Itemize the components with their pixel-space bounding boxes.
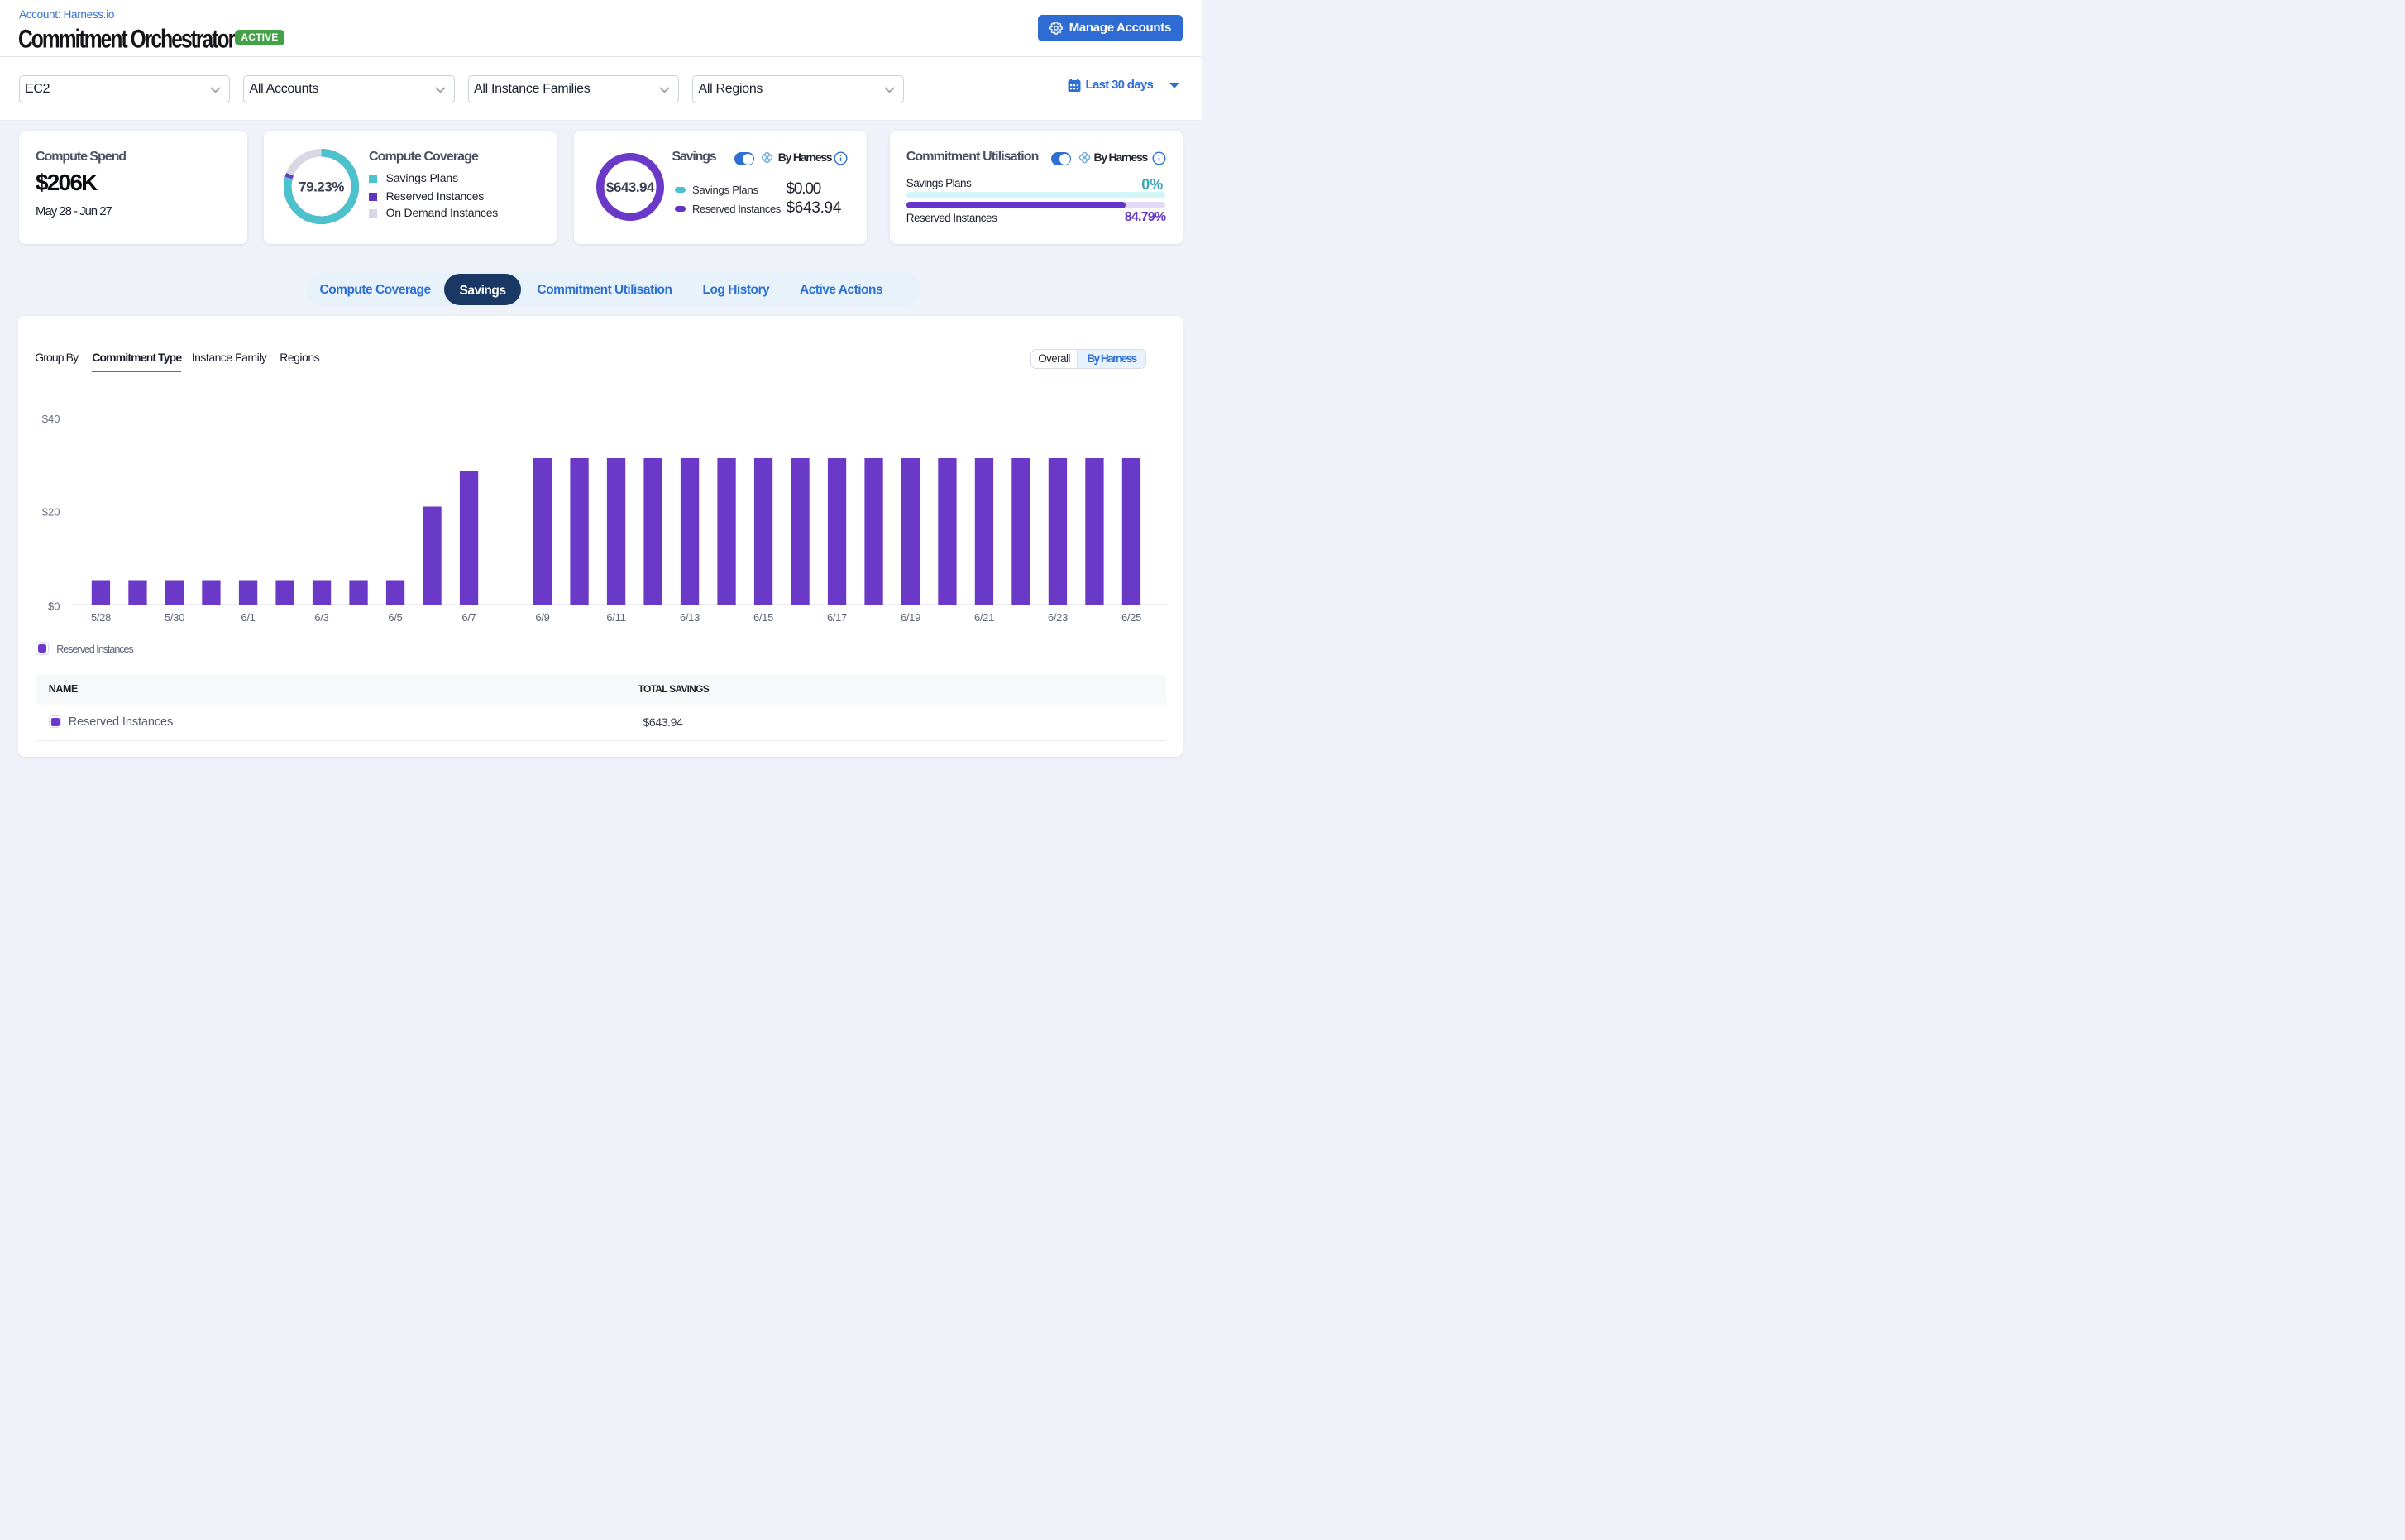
svg-text:5/30: 5/30 <box>165 611 184 624</box>
svg-text:5/28: 5/28 <box>91 611 111 624</box>
svg-text:6/19: 6/19 <box>901 611 920 624</box>
svg-text:6/17: 6/17 <box>827 611 847 624</box>
svg-text:$40: $40 <box>42 413 60 425</box>
svg-text:79.23%: 79.23% <box>299 179 344 194</box>
svg-text:6/7: 6/7 <box>461 611 476 624</box>
svg-text:6/13: 6/13 <box>680 611 700 624</box>
svg-text:6/23: 6/23 <box>1048 611 1068 624</box>
svg-text:6/11: 6/11 <box>606 611 625 624</box>
svg-text:6/5: 6/5 <box>388 611 402 624</box>
svg-text:6/9: 6/9 <box>535 611 549 624</box>
svg-text:$643.94: $643.94 <box>606 179 655 195</box>
svg-text:6/15: 6/15 <box>753 611 773 624</box>
svg-text:$0: $0 <box>48 600 60 613</box>
svg-text:6/21: 6/21 <box>974 611 994 624</box>
svg-text:6/25: 6/25 <box>1121 611 1141 624</box>
svg-text:$20: $20 <box>42 506 60 519</box>
svg-text:6/1: 6/1 <box>241 611 255 624</box>
svg-text:6/3: 6/3 <box>314 611 328 624</box>
